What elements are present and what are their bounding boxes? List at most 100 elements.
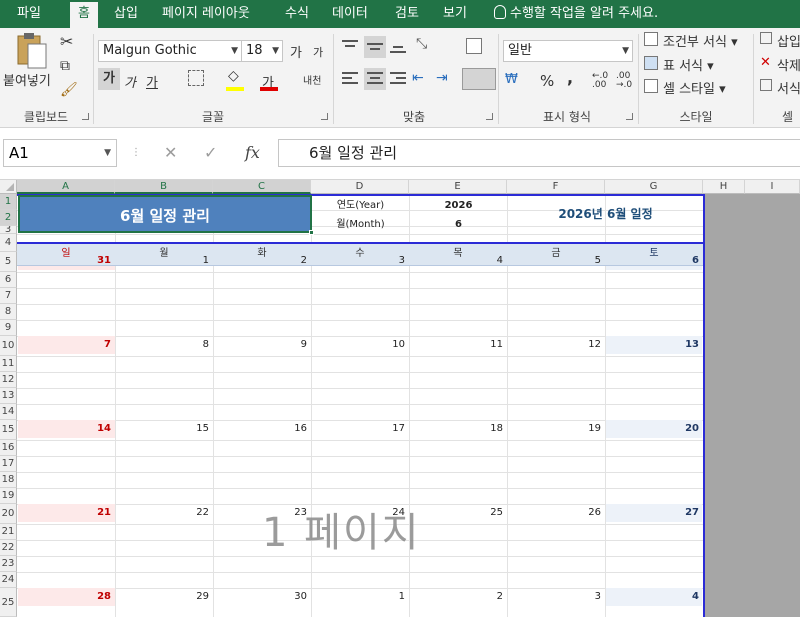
calendar-day-cell[interactable]: 30 — [213, 588, 307, 606]
row-header-22[interactable]: 22 — [0, 540, 17, 556]
calendar-day-cell[interactable]: 31 — [17, 252, 111, 270]
tab-file[interactable]: 파일 — [17, 0, 41, 28]
wrap-text-icon[interactable] — [466, 38, 482, 54]
row-header-16[interactable]: 16 — [0, 440, 17, 456]
align-bottom-icon[interactable] — [390, 40, 408, 54]
decrease-indent-icon[interactable]: ⇤ — [412, 70, 424, 86]
column-header-i[interactable]: I — [745, 180, 800, 194]
alignment-launcher-icon[interactable] — [486, 113, 493, 120]
italic-button[interactable]: 가 — [124, 72, 136, 91]
format-painter-icon[interactable]: 🖌 — [60, 82, 78, 98]
cancel-icon[interactable]: ✕ — [164, 139, 177, 167]
paste-button[interactable]: 붙여넣기 — [3, 70, 51, 89]
calendar-day-cell[interactable]: 3 — [507, 588, 601, 606]
font-size-select[interactable]: 18 ▼ — [241, 40, 283, 62]
phonetic-button[interactable]: 내천 — [303, 72, 321, 87]
number-format-select[interactable]: 일반 ▼ — [503, 40, 633, 62]
row-header-8[interactable]: 8 — [0, 304, 17, 320]
row-header-4[interactable]: 4 — [0, 234, 17, 252]
insert-function-button[interactable]: fx — [245, 139, 260, 167]
calendar-title-cell[interactable]: 6월 일정 관리 — [18, 195, 312, 233]
calendar-day-cell[interactable]: 20 — [605, 420, 699, 438]
calendar-day-cell[interactable]: 18 — [409, 420, 503, 438]
font-name-select[interactable]: Malgun Gothic ▼ — [98, 40, 242, 62]
calendar-day-cell[interactable]: 25 — [409, 504, 503, 522]
align-middle-icon[interactable] — [364, 36, 386, 58]
format-cells-button[interactable]: 서식 — [777, 78, 800, 97]
column-header-f[interactable]: F — [507, 180, 605, 194]
select-all-button[interactable] — [0, 180, 17, 194]
calendar-day-cell[interactable]: 28 — [17, 588, 111, 606]
clipboard-launcher-icon[interactable] — [82, 113, 89, 120]
delete-cells-button[interactable]: 삭제 — [777, 55, 800, 74]
row-header-9[interactable]: 9 — [0, 320, 17, 336]
calendar-day-cell[interactable]: 11 — [409, 336, 503, 354]
font-launcher-icon[interactable] — [321, 113, 328, 120]
month-value[interactable]: 6 — [410, 215, 507, 234]
calendar-day-cell[interactable]: 10 — [311, 336, 405, 354]
column-header-h[interactable]: H — [703, 180, 745, 194]
tab-home[interactable]: 홈 — [70, 2, 98, 28]
row-header-17[interactable]: 17 — [0, 456, 17, 472]
table-format-button[interactable]: 표 서식 ▾ — [663, 55, 714, 74]
calendar-day-cell[interactable]: 19 — [507, 420, 601, 438]
year-value[interactable]: 2026 — [410, 196, 507, 215]
conditional-format-button[interactable]: 조건부 서식 ▾ — [663, 31, 738, 50]
calendar-day-cell[interactable]: 3 — [311, 252, 405, 270]
tab-view[interactable]: 보기 — [443, 0, 467, 28]
tab-page-layout[interactable]: 페이지 레이아웃 — [162, 0, 250, 28]
calendar-day-cell[interactable]: 9 — [213, 336, 307, 354]
row-header-18[interactable]: 18 — [0, 472, 17, 488]
formula-input[interactable]: 6월 일정 관리 — [278, 139, 800, 167]
calendar-day-cell[interactable]: 17 — [311, 420, 405, 438]
calendar-day-cell[interactable]: 7 — [17, 336, 111, 354]
calendar-day-cell[interactable]: 8 — [115, 336, 209, 354]
row-header-21[interactable]: 21 — [0, 524, 17, 540]
row-header-2[interactable]: 2 — [0, 210, 17, 226]
row-header-13[interactable]: 13 — [0, 388, 17, 404]
enter-icon[interactable]: ✓ — [204, 139, 217, 167]
row-header-24[interactable]: 24 — [0, 572, 17, 588]
row-header-19[interactable]: 19 — [0, 488, 17, 504]
column-header-g[interactable]: G — [605, 180, 703, 194]
increase-indent-icon[interactable]: ⇥ — [436, 70, 448, 86]
calendar-day-cell[interactable]: 1 — [115, 252, 209, 270]
row-header-10[interactable]: 10 — [0, 336, 17, 356]
column-header-d[interactable]: D — [311, 180, 409, 194]
percent-button[interactable]: % — [540, 72, 554, 90]
calendar-day-cell[interactable]: 4 — [605, 588, 699, 606]
row-header-1[interactable]: 1 — [0, 194, 17, 210]
align-right-icon[interactable] — [390, 72, 408, 88]
calendar-day-cell[interactable]: 6 — [605, 252, 699, 270]
decrease-decimal-icon[interactable]: .00 →.0 — [616, 72, 632, 90]
increase-decimal-icon[interactable]: ←.0.00 — [592, 72, 608, 90]
row-header-12[interactable]: 12 — [0, 372, 17, 388]
shrink-font-button[interactable]: 가 — [313, 44, 323, 60]
calendar-day-cell[interactable]: 26 — [507, 504, 601, 522]
column-header-e[interactable]: E — [409, 180, 507, 194]
column-header-b[interactable]: B — [115, 180, 213, 194]
calendar-day-cell[interactable]: 12 — [507, 336, 601, 354]
calendar-day-cell[interactable]: 14 — [17, 420, 111, 438]
fill-color-icon[interactable]: ◇ — [228, 68, 239, 84]
row-header-14[interactable]: 14 — [0, 404, 17, 420]
align-left-icon[interactable] — [342, 72, 360, 88]
calendar-day-cell[interactable]: 2 — [409, 588, 503, 606]
paste-icon[interactable] — [14, 32, 50, 70]
merge-center-icon[interactable] — [462, 68, 496, 90]
calendar-day-cell[interactable]: 1 — [311, 588, 405, 606]
calendar-day-cell[interactable]: 21 — [17, 504, 111, 522]
calendar-day-cell[interactable]: 27 — [605, 504, 699, 522]
comma-button[interactable]: , — [567, 68, 573, 87]
calendar-day-cell[interactable]: 29 — [115, 588, 209, 606]
number-launcher-icon[interactable] — [626, 113, 633, 120]
calendar-day-cell[interactable]: 13 — [605, 336, 699, 354]
calendar-day-cell[interactable]: 22 — [115, 504, 209, 522]
cell-styles-button[interactable]: 셀 스타일 ▾ — [663, 78, 726, 97]
row-header-23[interactable]: 23 — [0, 556, 17, 572]
calendar-day-cell[interactable]: 5 — [507, 252, 601, 270]
calendar-day-cell[interactable]: 2 — [213, 252, 307, 270]
align-top-icon[interactable] — [342, 40, 360, 54]
insert-cells-button[interactable]: 삽입 — [777, 31, 800, 50]
calendar-day-cell[interactable]: 16 — [213, 420, 307, 438]
